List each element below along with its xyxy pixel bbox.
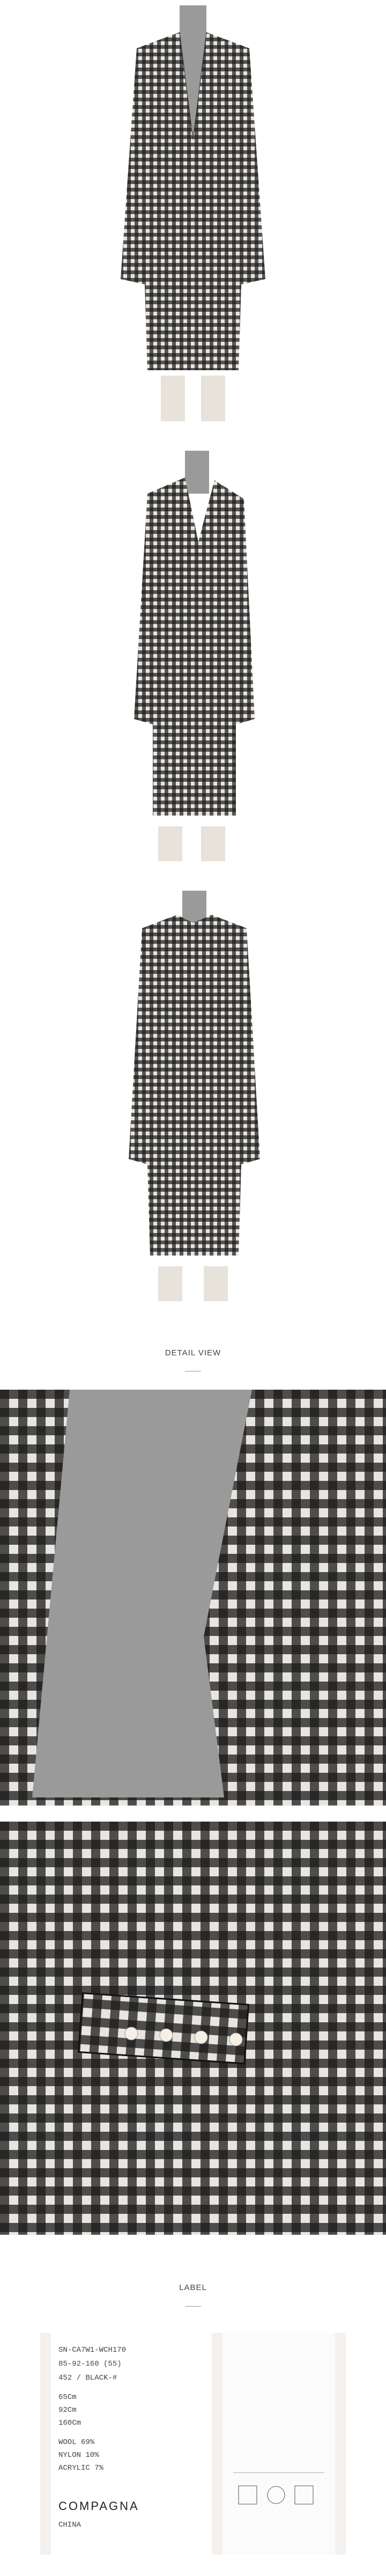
coat-front-image: [105, 0, 281, 424]
tag-line: 452 / BLACK-#: [58, 2374, 117, 2382]
care-symbols-icon: [233, 2472, 324, 2505]
tag-line: 85-92-160 (55): [58, 2360, 122, 2368]
pearl-icon: [159, 2028, 173, 2042]
pearl-icon: [194, 2030, 208, 2044]
collar-detail-image: [0, 1390, 386, 1806]
size-tag: SN-CA7W1-WCH170 85-92-160 (55) 452 / BLA…: [51, 2333, 212, 2555]
tag-line: WOOL 69%: [58, 2438, 95, 2447]
pocket-detail-image: [0, 1822, 386, 2235]
tag-line: NYLON 10%: [58, 2451, 99, 2460]
tag-line: 160Cm: [58, 2419, 81, 2427]
coat-back-image: [105, 880, 281, 1304]
pearl-icon: [229, 2032, 243, 2046]
tag-line: ACRYLIC 7%: [58, 2464, 104, 2472]
model-back-photo: [105, 880, 281, 1304]
label-rule: [185, 2306, 201, 2307]
detail-view-title: DETAIL VIEW: [165, 1348, 221, 1357]
care-tag: [222, 2333, 335, 2555]
collar-detail-photo: [0, 1390, 386, 1806]
pearl-icon: [124, 2027, 138, 2041]
tag-line: SN-CA7W1-WCH170: [58, 2346, 127, 2354]
tag-line: 92Cm: [58, 2406, 77, 2414]
brand-label: COMPAGNA: [58, 2499, 139, 2513]
model-front-photo: [105, 0, 281, 424]
tag-line: 65Cm: [58, 2393, 77, 2402]
pocket-detail-photo: [0, 1822, 386, 2235]
coat-side-image: [105, 440, 281, 864]
origin-label: CHINA: [58, 2521, 81, 2529]
label-title: LABEL: [179, 2283, 207, 2292]
care-label-photo: SN-CA7W1-WCH170 85-92-160 (55) 452 / BLA…: [40, 2333, 346, 2555]
model-side-photo: [105, 440, 281, 864]
